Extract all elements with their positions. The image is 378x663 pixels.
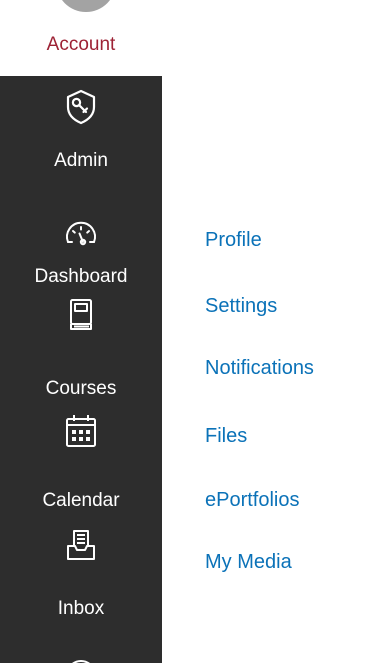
- nav-item-inbox[interactable]: Inbox: [0, 508, 162, 619]
- nav-item-label: Inbox: [57, 598, 105, 619]
- nav-item-partial[interactable]: [0, 650, 162, 663]
- clock-icon: [62, 656, 100, 663]
- tray-link-notifications[interactable]: Notifications: [205, 357, 314, 380]
- book-icon: [62, 296, 100, 334]
- nav-item-dashboard[interactable]: Dashboard: [0, 186, 162, 290]
- nav-item-calendar[interactable]: Calendar: [0, 406, 162, 511]
- speedometer-icon: [62, 214, 100, 252]
- tray-link-my-media[interactable]: My Media: [205, 551, 292, 574]
- tray-link-profile[interactable]: Profile: [205, 229, 262, 252]
- tray-link-settings[interactable]: Settings: [205, 295, 277, 318]
- avatar[interactable]: [56, 0, 116, 12]
- nav-item-courses[interactable]: Courses: [0, 288, 162, 399]
- global-nav: Admin Dashboard Courses Calendar Inbox: [0, 76, 162, 663]
- nav-item-label: Admin: [54, 150, 108, 171]
- tray-link-files[interactable]: Files: [205, 425, 247, 448]
- account-label[interactable]: Account: [0, 34, 162, 56]
- nav-item-label: Dashboard: [34, 266, 128, 287]
- nav-item-admin[interactable]: Admin: [0, 76, 162, 180]
- calendar-icon: [62, 412, 100, 450]
- nav-item-label: Courses: [45, 378, 117, 399]
- shield-wrench-icon: [62, 88, 100, 126]
- inbox-icon: [62, 526, 100, 564]
- tray-link-eportfolios[interactable]: ePortfolios: [205, 489, 300, 512]
- account-nav-item[interactable]: Account: [0, 0, 162, 76]
